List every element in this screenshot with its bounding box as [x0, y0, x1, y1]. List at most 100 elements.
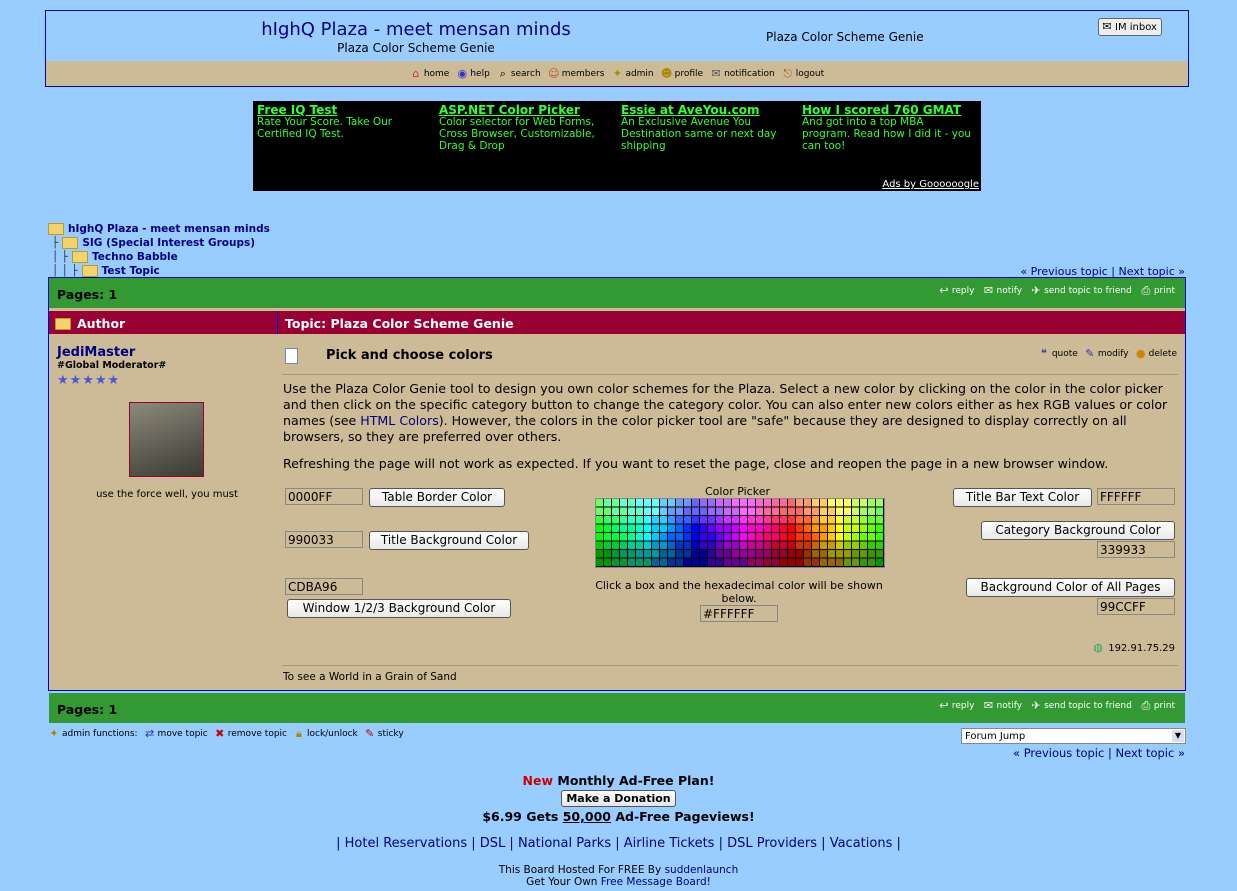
color-swatch[interactable]	[876, 541, 883, 550]
color-swatch[interactable]	[756, 550, 763, 558]
color-swatch[interactable]	[604, 541, 611, 550]
color-swatch[interactable]	[852, 499, 859, 507]
color-swatch[interactable]	[596, 499, 603, 507]
menu-profile[interactable]: ☻ profile	[661, 67, 703, 80]
color-swatch[interactable]	[596, 524, 603, 533]
color-swatch[interactable]	[676, 541, 683, 550]
free-board-link[interactable]: Free Message Board	[601, 876, 707, 888]
color-swatch[interactable]	[636, 507, 643, 516]
color-swatch[interactable]	[820, 507, 827, 516]
color-swatch[interactable]	[764, 541, 771, 550]
color-swatch[interactable]	[676, 550, 683, 558]
color-swatch[interactable]	[596, 533, 603, 541]
color-swatch[interactable]	[756, 516, 763, 524]
color-swatch[interactable]	[660, 533, 667, 541]
color-swatch[interactable]	[812, 541, 819, 550]
color-swatch[interactable]	[596, 516, 603, 524]
color-swatch[interactable]	[804, 499, 811, 507]
color-swatch[interactable]	[772, 516, 779, 524]
color-swatch[interactable]	[820, 558, 827, 567]
color-swatch[interactable]	[844, 541, 851, 550]
color-swatch[interactable]	[772, 507, 779, 516]
color-swatch[interactable]	[780, 507, 787, 516]
title-background-color-button[interactable]: Title Background Color	[369, 531, 529, 550]
color-swatch[interactable]	[796, 499, 803, 507]
color-swatch[interactable]	[836, 524, 843, 533]
color-swatch[interactable]	[700, 533, 707, 541]
color-swatch[interactable]	[708, 541, 715, 550]
color-swatch[interactable]	[604, 516, 611, 524]
color-swatch[interactable]	[708, 533, 715, 541]
color-swatch[interactable]	[804, 550, 811, 558]
delete-button[interactable]: ● delete	[1135, 348, 1177, 360]
color-swatch[interactable]	[796, 533, 803, 541]
color-swatch[interactable]	[876, 550, 883, 558]
color-swatch[interactable]	[860, 507, 867, 516]
color-swatch[interactable]	[660, 524, 667, 533]
color-swatch[interactable]	[620, 558, 627, 567]
color-swatch[interactable]	[764, 533, 771, 541]
color-swatch[interactable]	[652, 541, 659, 550]
color-swatch[interactable]	[692, 558, 699, 567]
color-swatch[interactable]	[772, 558, 779, 567]
menu-members[interactable]: ☺ members	[548, 67, 604, 80]
color-swatch[interactable]	[700, 516, 707, 524]
color-swatch[interactable]	[788, 541, 795, 550]
color-swatch[interactable]	[724, 558, 731, 567]
quote-button[interactable]: ❝ quote	[1038, 348, 1078, 360]
color-swatch[interactable]	[636, 499, 643, 507]
color-swatch[interactable]	[828, 524, 835, 533]
color-swatch[interactable]	[628, 516, 635, 524]
color-swatch[interactable]	[852, 541, 859, 550]
breadcrumb-board[interactable]: ├ SIG (Special Interest Groups)	[52, 237, 255, 249]
ad-title[interactable]: How I scored 760 GMAT	[802, 104, 974, 116]
color-swatch[interactable]	[668, 524, 675, 533]
reply-button[interactable]: ↩ reply	[938, 700, 974, 712]
color-swatch[interactable]	[628, 541, 635, 550]
color-swatch[interactable]	[772, 541, 779, 550]
color-swatch[interactable]	[780, 516, 787, 524]
im-inbox-button[interactable]: ✉ IM inbox	[1098, 18, 1162, 36]
sticky-button[interactable]: ✎ sticky	[364, 728, 404, 740]
color-swatch[interactable]	[804, 558, 811, 567]
color-swatch[interactable]	[796, 524, 803, 533]
color-swatch[interactable]	[620, 524, 627, 533]
color-swatch[interactable]	[756, 507, 763, 516]
modify-button[interactable]: ✎ modify	[1084, 348, 1128, 360]
color-swatch[interactable]	[596, 541, 603, 550]
color-swatch[interactable]	[748, 524, 755, 533]
send-topic-button[interactable]: ✈ send topic to friend	[1030, 700, 1131, 712]
color-swatch[interactable]	[820, 516, 827, 524]
color-swatch[interactable]	[716, 533, 723, 541]
color-swatch[interactable]	[852, 507, 859, 516]
color-swatch[interactable]	[836, 558, 843, 567]
color-swatch[interactable]	[828, 499, 835, 507]
color-swatch[interactable]	[812, 533, 819, 541]
picked-color-field[interactable]: #FFFFFF	[700, 605, 778, 622]
previous-topic-link[interactable]: « Previous topic	[1013, 746, 1104, 760]
color-swatch[interactable]	[684, 533, 691, 541]
ad-title[interactable]: Free IQ Test	[257, 104, 429, 116]
color-swatch[interactable]	[876, 558, 883, 567]
color-swatch[interactable]	[780, 550, 787, 558]
color-swatch[interactable]	[676, 499, 683, 507]
color-swatch[interactable]	[628, 499, 635, 507]
color-swatch[interactable]	[708, 550, 715, 558]
color-swatch[interactable]	[652, 550, 659, 558]
color-swatch[interactable]	[732, 524, 739, 533]
site-title[interactable]: hIghQ Plaza - meet mensan minds	[256, 19, 576, 40]
color-swatch[interactable]	[860, 516, 867, 524]
color-swatch[interactable]	[756, 499, 763, 507]
color-swatch[interactable]	[724, 516, 731, 524]
color-swatch[interactable]	[628, 524, 635, 533]
color-swatch[interactable]	[708, 524, 715, 533]
color-swatch[interactable]	[684, 516, 691, 524]
color-swatch[interactable]	[852, 533, 859, 541]
send-topic-button[interactable]: ✈ send topic to friend	[1030, 285, 1131, 297]
color-swatch[interactable]	[804, 507, 811, 516]
color-swatch[interactable]	[716, 516, 723, 524]
color-swatch[interactable]	[644, 507, 651, 516]
footer-link[interactable]: Airline Tickets	[624, 836, 715, 851]
color-swatch[interactable]	[796, 550, 803, 558]
color-swatch[interactable]	[876, 533, 883, 541]
